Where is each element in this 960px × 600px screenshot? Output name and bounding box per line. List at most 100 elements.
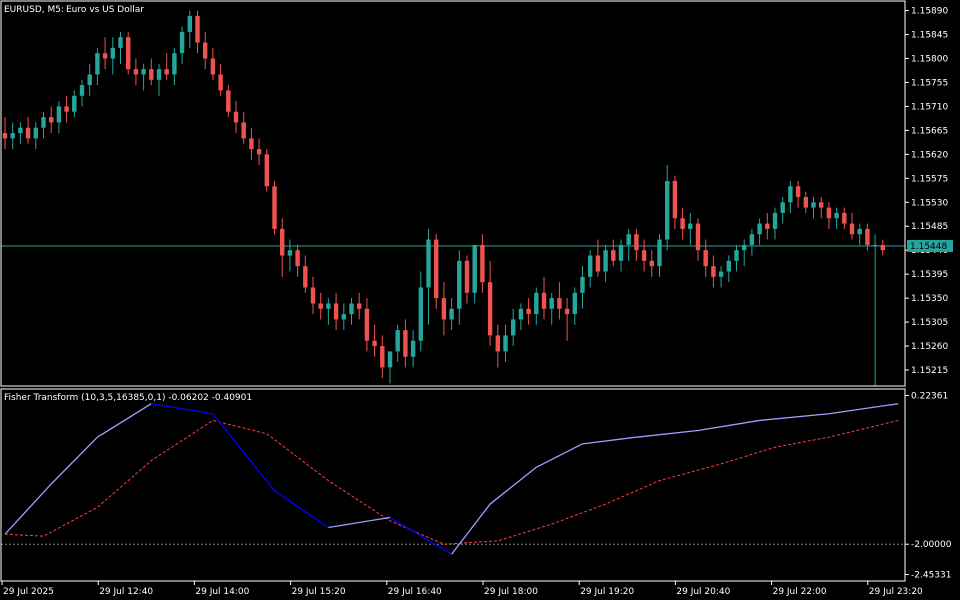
candle-body	[241, 122, 246, 139]
candle-body	[511, 319, 516, 336]
candle-body	[849, 223, 855, 235]
candle-body	[457, 260, 462, 309]
candle-body	[865, 228, 870, 245]
price-tick-label: 1.15845	[911, 31, 948, 41]
candle-body	[688, 223, 693, 229]
candle-body	[441, 298, 447, 320]
price-tick-label: 1.15890	[911, 7, 948, 17]
candle-body	[734, 250, 739, 261]
indicator-tick-label: -2.00000	[911, 540, 952, 550]
time-tick-label: 29 Jul 20:40	[676, 587, 730, 597]
candle-body	[310, 287, 316, 304]
candle-body	[718, 271, 724, 277]
indicator-label: Fisher Transform (10,3,5,16385,0,1) -0.0…	[4, 393, 252, 403]
price-tick-label: 1.15350	[911, 294, 948, 304]
candle-body	[72, 95, 77, 112]
candle-body	[534, 292, 539, 315]
candle-body	[287, 250, 293, 256]
candle-body	[695, 223, 701, 251]
candle-body	[56, 106, 62, 123]
candle-body	[203, 42, 208, 59]
time-tick-label: 29 Jul 12:40	[99, 587, 153, 597]
candle-body	[110, 47, 115, 59]
candle-body	[680, 218, 685, 229]
candle-body	[118, 37, 123, 48]
price-tick-label: 1.15485	[911, 222, 948, 232]
candle-body	[549, 298, 554, 309]
candle-body	[403, 330, 408, 357]
price-tick-label: 1.15260	[911, 342, 948, 352]
candle-body	[872, 244, 878, 246]
candle-body	[626, 234, 631, 245]
candle-body	[757, 223, 762, 235]
candle-body	[303, 266, 308, 288]
candle-body	[703, 250, 708, 267]
price-tick-label: 1.15305	[911, 318, 948, 328]
candle-body	[172, 53, 177, 75]
candle-body	[880, 244, 885, 251]
candle-body	[772, 212, 778, 229]
candle-body	[210, 58, 216, 75]
candle-body	[179, 31, 185, 54]
candle-body	[472, 244, 477, 293]
candle-body	[641, 250, 647, 261]
time-tick-label: 29 Jul 22:00	[773, 587, 827, 597]
candle-body	[195, 15, 200, 43]
symbol-label: EURUSD, M5:	[4, 5, 64, 15]
price-tick-label: 1.15665	[911, 126, 948, 136]
candle-body	[349, 303, 354, 315]
candle-body	[18, 127, 23, 134]
candle-body	[133, 69, 139, 75]
candle-body	[156, 69, 162, 80]
candle-body	[164, 69, 169, 75]
candle-body	[765, 223, 770, 229]
candle-body	[464, 260, 470, 293]
candle-body	[857, 228, 862, 235]
candle-body	[2, 133, 8, 139]
candle-body	[25, 127, 31, 139]
candle-body	[649, 260, 654, 267]
price-tick-label: 1.15755	[911, 78, 948, 88]
candle-body	[41, 117, 46, 128]
candle-body	[842, 212, 847, 224]
candle-body	[126, 37, 131, 70]
candle-body	[410, 340, 416, 357]
price-tick-label: 1.15530	[911, 198, 948, 208]
time-tick-label: 29 Jul 18:00	[484, 587, 538, 597]
candle-body	[426, 239, 431, 288]
candle-body	[449, 308, 454, 320]
candle-body	[418, 287, 423, 341]
time-tick-label: 29 Jul 2025	[3, 587, 54, 597]
candle-body	[672, 180, 678, 219]
candle-body	[795, 186, 801, 197]
candle-body	[480, 244, 485, 283]
candle-body	[280, 228, 285, 256]
candle-body	[826, 207, 832, 219]
symbol-description: Euro vs US Dollar	[66, 5, 144, 15]
candle-body	[102, 53, 108, 59]
candle-body	[742, 244, 747, 251]
candle-body	[580, 276, 585, 293]
candle-body	[233, 111, 239, 123]
candle-body	[264, 154, 269, 187]
candle-body	[357, 303, 362, 309]
time-tick-label: 29 Jul 14:00	[195, 587, 249, 597]
candle-body	[603, 250, 608, 272]
candle-body	[256, 149, 262, 155]
candle-body	[218, 74, 223, 91]
candle-body	[726, 260, 731, 272]
candle-body	[318, 303, 323, 309]
candle-body	[526, 308, 531, 315]
candle-body	[657, 239, 662, 267]
candle-body	[665, 180, 670, 240]
candle-body	[434, 239, 439, 299]
candle-body	[64, 106, 69, 112]
price-tick-label: 1.15710	[911, 102, 948, 112]
candle-body	[518, 308, 524, 320]
candle-body	[380, 346, 385, 368]
time-tick-label: 29 Jul 15:20	[292, 587, 346, 597]
candle-body	[788, 186, 793, 203]
trading-chart[interactable]: 1.15890 1.15845 1.15800 1.15755 1.15710 1.156…	[0, 0, 960, 600]
candle-body	[503, 335, 508, 352]
price-tick-label: 1.15395	[911, 270, 948, 280]
